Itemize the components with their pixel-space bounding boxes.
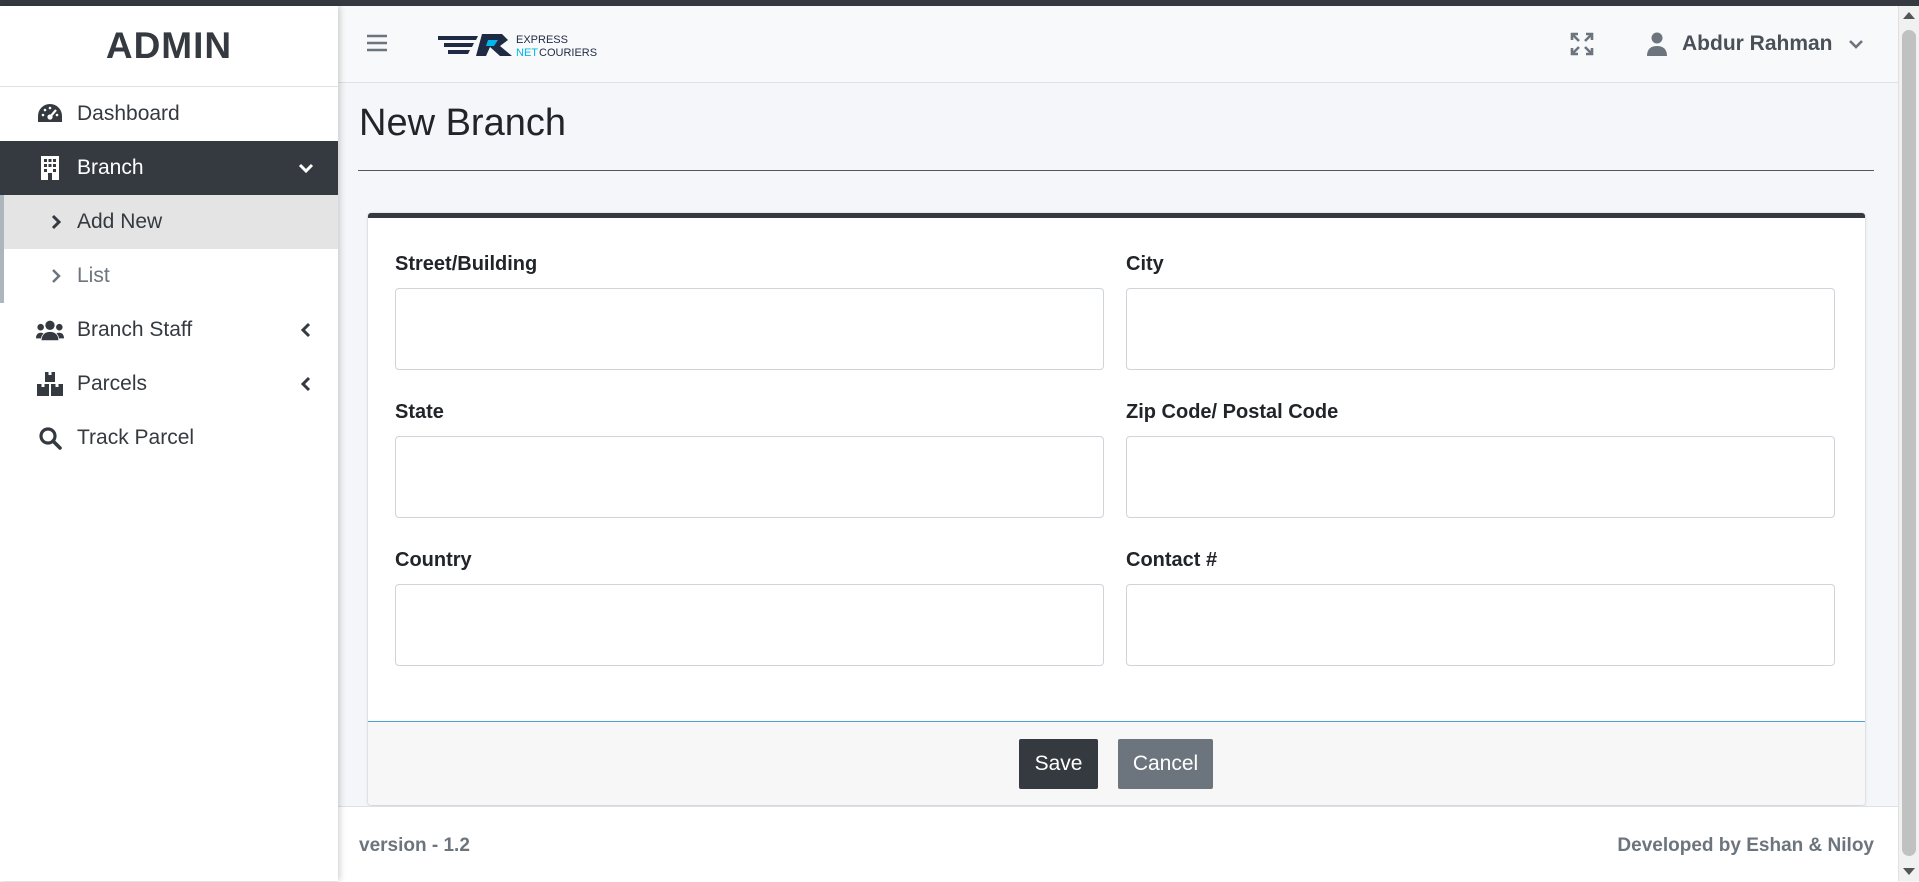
chevron-down-icon — [296, 158, 316, 178]
sidebar-item-label: Branch Staff — [77, 318, 193, 341]
contact-label: Contact # — [1126, 549, 1218, 571]
chevron-left-icon — [296, 320, 316, 340]
scroll-down-arrow-icon[interactable] — [1903, 868, 1915, 875]
sidebar-item-parcels[interactable]: Parcels — [0, 357, 338, 411]
sidebar-item-add-new[interactable]: Add New — [4, 195, 338, 249]
user-menu[interactable]: Abdur Rahman — [1646, 26, 1865, 62]
scroll-up-arrow-icon[interactable] — [1903, 12, 1915, 19]
developer-credit: Developed by Eshan & Niloy — [1617, 835, 1874, 856]
sidebar-item-label: List — [77, 264, 110, 287]
logo-text-net: NET — [516, 47, 538, 59]
contact-input[interactable] — [1126, 584, 1835, 666]
building-icon — [36, 154, 64, 182]
logo-text-express: EXPRESS — [516, 34, 568, 46]
city-input[interactable] — [1126, 288, 1835, 370]
sidebar-item-branch-staff[interactable]: Branch Staff — [0, 303, 338, 357]
sidebar-item-label: Parcels — [77, 372, 148, 395]
page-title: New Branch — [359, 102, 566, 144]
branch-submenu: Add New List — [0, 195, 338, 303]
search-icon — [36, 424, 64, 452]
country-input[interactable] — [395, 584, 1104, 666]
form-actions: Save Cancel — [368, 721, 1865, 805]
sidebar-item-label: Dashboard — [77, 102, 180, 125]
state-input[interactable] — [395, 436, 1104, 518]
zip-code-input[interactable] — [1126, 436, 1835, 518]
brand-title[interactable]: ADMIN — [0, 6, 338, 87]
sidebar: ADMIN Dashboard Branch Add New List Bran… — [0, 6, 338, 881]
user-name: Abdur Rahman — [1682, 32, 1833, 55]
chevron-right-icon — [42, 262, 70, 290]
chevron-left-icon — [296, 374, 316, 394]
sidebar-item-label: Branch — [77, 156, 144, 179]
title-divider — [358, 170, 1874, 171]
sidebar-item-branch[interactable]: Branch — [0, 141, 338, 195]
version-text: version - 1.2 — [359, 835, 470, 856]
logo-text-couriers: COURIERS — [539, 47, 597, 59]
save-button[interactable]: Save — [1019, 739, 1098, 789]
country-label: Country — [395, 549, 472, 571]
state-label: State — [395, 401, 444, 423]
boxes-icon — [36, 370, 64, 398]
company-logo[interactable]: EXPRESS NET COURIERS — [438, 28, 598, 62]
hamburger-menu-icon[interactable] — [366, 32, 388, 54]
sidebar-item-track-parcel[interactable]: Track Parcel — [0, 411, 338, 465]
user-icon — [1647, 32, 1667, 56]
page-footer: version - 1.2 Developed by Eshan & Niloy — [338, 806, 1898, 882]
cancel-button[interactable]: Cancel — [1118, 739, 1213, 789]
new-branch-form-card: Street/Building City State Zip Code/ Pos… — [368, 213, 1865, 805]
tachometer-icon — [36, 100, 64, 128]
city-label: City — [1126, 253, 1164, 275]
users-icon — [36, 316, 64, 344]
chevron-down-icon — [1848, 40, 1863, 49]
sidebar-item-dashboard[interactable]: Dashboard — [0, 87, 338, 141]
page-scrollbar[interactable] — [1898, 6, 1919, 881]
scroll-thumb[interactable] — [1902, 30, 1916, 856]
top-navbar: EXPRESS NET COURIERS Abdur Rahman — [338, 6, 1898, 83]
street-building-label: Street/Building — [395, 253, 538, 275]
fullscreen-expand-icon[interactable] — [1570, 32, 1594, 56]
sidebar-item-list[interactable]: List — [4, 249, 338, 303]
sidebar-nav: Dashboard Branch Add New List Branch Sta… — [0, 87, 338, 465]
sidebar-item-label: Track Parcel — [77, 426, 195, 449]
zip-code-label: Zip Code/ Postal Code — [1126, 401, 1339, 423]
chevron-right-icon — [42, 208, 70, 236]
street-building-input[interactable] — [395, 288, 1104, 370]
sidebar-item-label: Add New — [77, 210, 163, 233]
